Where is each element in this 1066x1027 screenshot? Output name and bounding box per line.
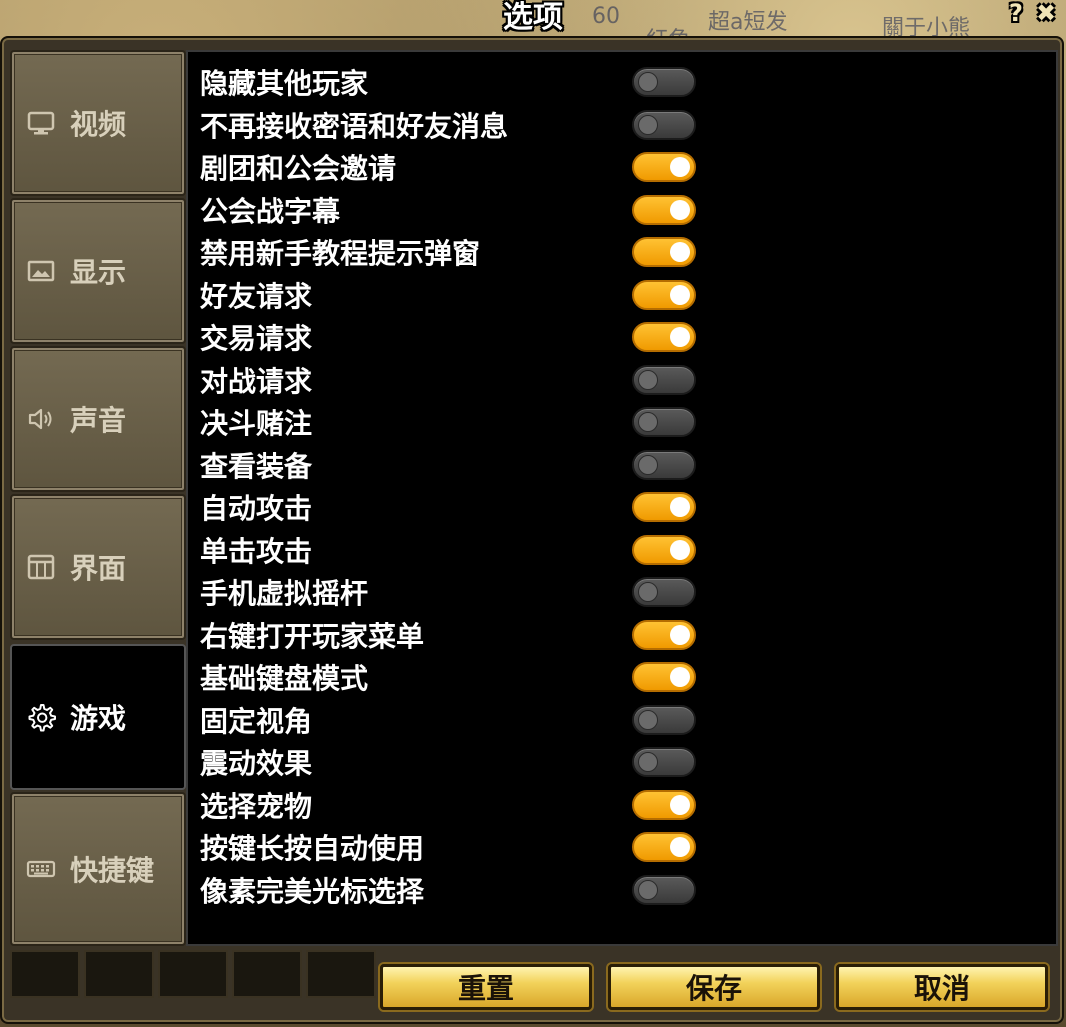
option-toggle[interactable] — [632, 790, 696, 820]
speaker-icon — [26, 404, 56, 434]
option-label: 不再接收密语和好友消息 — [200, 110, 509, 143]
toggle-knob — [638, 752, 658, 772]
option-label: 像素完美光标选择 — [200, 875, 425, 908]
option-toggle[interactable] — [632, 322, 696, 352]
toggle-knob — [670, 540, 690, 560]
tab-label: 视频 — [70, 108, 127, 141]
gear-icon — [26, 702, 56, 732]
close-icon[interactable]: ✖ — [1034, 0, 1058, 26]
option-toggle[interactable] — [632, 450, 696, 480]
option-toggle[interactable] — [632, 365, 696, 395]
option-label: 剧团和公会邀请 — [200, 152, 397, 185]
save-button[interactable]: 保存 — [608, 964, 820, 1010]
toggle-knob — [670, 200, 690, 220]
slot — [158, 950, 228, 998]
tab-sound[interactable]: 声音 — [10, 346, 186, 492]
option-toggle[interactable] — [632, 152, 696, 182]
toggle-knob — [670, 667, 690, 687]
monitor-icon — [26, 108, 56, 138]
option-label: 单击攻击 — [200, 535, 313, 568]
toggle-knob — [638, 880, 658, 900]
option-toggle[interactable] — [632, 407, 696, 437]
tab-label: 界面 — [70, 552, 127, 585]
options-sidebar: 视频 显示 声音 界面 游戏 快捷键 — [10, 50, 186, 946]
option-label: 查看装备 — [200, 450, 313, 483]
option-label: 手机虚拟摇杆 — [200, 577, 369, 610]
tab-game[interactable]: 游戏 — [10, 644, 186, 790]
keyboard-icon — [26, 854, 56, 884]
cancel-button[interactable]: 取消 — [836, 964, 1048, 1010]
option-toggle[interactable] — [632, 492, 696, 522]
slot — [10, 950, 80, 998]
option-toggle[interactable] — [632, 110, 696, 140]
option-toggle[interactable] — [632, 237, 696, 267]
toggle-knob — [670, 837, 690, 857]
toggle-knob — [670, 285, 690, 305]
toggle-knob — [638, 582, 658, 602]
toggle-knob — [670, 327, 690, 347]
option-label: 交易请求 — [200, 322, 313, 355]
option-label: 右键打开玩家菜单 — [200, 620, 425, 653]
toggle-knob — [638, 72, 658, 92]
option-toggle[interactable] — [632, 280, 696, 310]
option-label: 震动效果 — [200, 747, 313, 780]
tab-label: 显示 — [70, 256, 127, 289]
option-label: 基础键盘模式 — [200, 662, 369, 695]
tab-hotkeys[interactable]: 快捷键 — [10, 792, 186, 946]
option-label: 选择宠物 — [200, 790, 313, 823]
toggle-knob — [670, 795, 690, 815]
reset-button[interactable]: 重置 — [380, 964, 592, 1010]
tab-label: 游戏 — [70, 702, 127, 735]
toggle-knob — [638, 710, 658, 730]
option-toggle[interactable] — [632, 875, 696, 905]
toggle-knob — [670, 497, 690, 517]
toggle-knob — [670, 242, 690, 262]
option-toggle[interactable] — [632, 705, 696, 735]
toggle-knob — [670, 157, 690, 177]
option-label: 按键长按自动使用 — [200, 832, 425, 865]
toggle-knob — [638, 455, 658, 475]
dialog-title: 选项 — [503, 0, 563, 35]
option-toggle[interactable] — [632, 67, 696, 97]
option-toggle[interactable] — [632, 832, 696, 862]
option-label: 禁用新手教程提示弹窗 — [200, 237, 481, 270]
option-toggle[interactable] — [632, 662, 696, 692]
tab-label: 声音 — [70, 404, 127, 437]
bottom-slot-bar — [10, 950, 380, 1000]
option-toggle[interactable] — [632, 577, 696, 607]
toggle-knob — [638, 115, 658, 135]
tab-label: 快捷键 — [70, 854, 155, 887]
image-icon — [26, 256, 56, 286]
option-label: 固定视角 — [200, 705, 313, 738]
option-label: 对战请求 — [200, 365, 313, 398]
option-label: 隐藏其他玩家 — [200, 67, 369, 100]
option-toggle[interactable] — [632, 195, 696, 225]
tab-interface[interactable]: 界面 — [10, 494, 186, 640]
option-label: 好友请求 — [200, 280, 313, 313]
window-icon — [26, 552, 56, 582]
tab-display[interactable]: 显示 — [10, 198, 186, 344]
option-label: 自动攻击 — [200, 492, 313, 525]
option-toggle[interactable] — [632, 620, 696, 650]
option-toggle[interactable] — [632, 535, 696, 565]
slot — [232, 950, 302, 998]
slot — [306, 950, 376, 998]
toggle-knob — [638, 370, 658, 390]
toggle-knob — [638, 412, 658, 432]
option-label: 公会战字幕 — [200, 195, 341, 228]
tab-video[interactable]: 视频 — [10, 50, 186, 196]
help-icon[interactable]: ? — [1004, 0, 1028, 26]
option-label: 决斗赌注 — [200, 407, 313, 440]
slot — [84, 950, 154, 998]
toggle-knob — [670, 625, 690, 645]
option-toggle[interactable] — [632, 747, 696, 777]
